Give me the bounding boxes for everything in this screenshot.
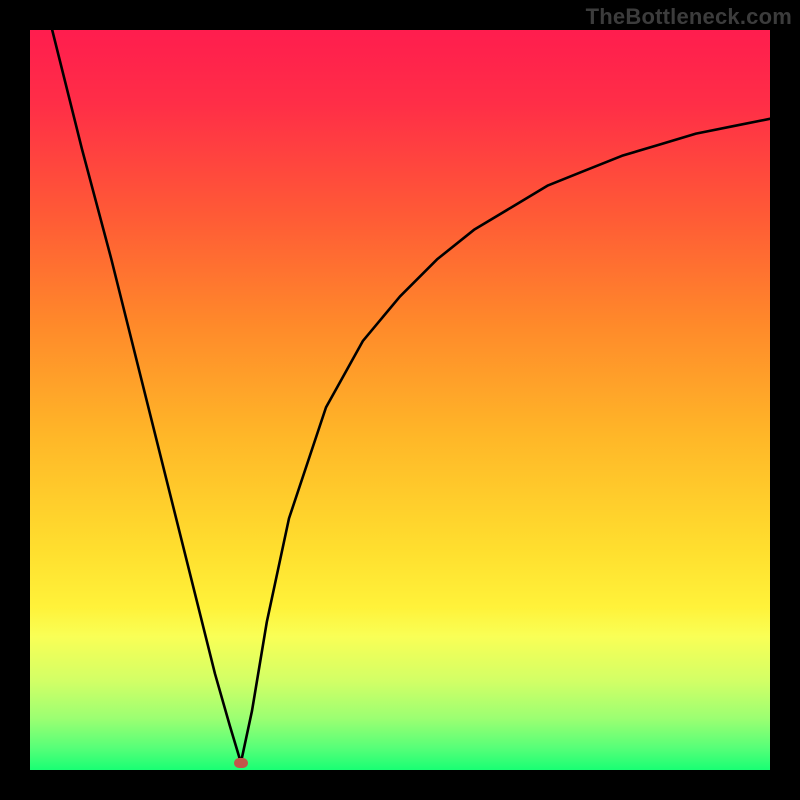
plot-area <box>30 30 770 770</box>
bottleneck-curve <box>30 30 770 770</box>
watermark-text: TheBottleneck.com <box>586 4 792 30</box>
minimum-marker-icon <box>234 758 248 768</box>
chart-frame: TheBottleneck.com <box>0 0 800 800</box>
